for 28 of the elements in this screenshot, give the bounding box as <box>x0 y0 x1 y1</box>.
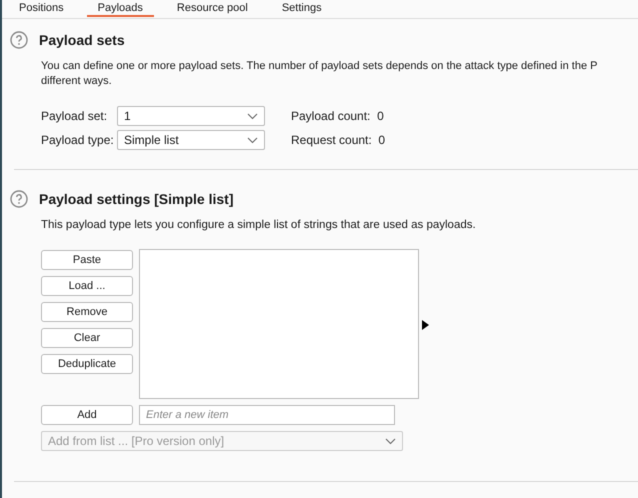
caret-icon <box>247 136 258 144</box>
tab[interactable]: Positions <box>8 0 75 17</box>
field-label: Payload set: <box>41 109 108 123</box>
tab[interactable]: Payloads <box>86 0 154 17</box>
description-line: You can define one or more payload sets. The number of payload sets depends on the attack type defined in the P <box>41 59 598 74</box>
list-action-button[interactable]: Deduplicate <box>41 354 133 374</box>
dropdown[interactable]: Simple list <box>117 130 265 150</box>
add-button[interactable]: Add <box>41 405 133 425</box>
help-icon[interactable] <box>10 31 28 49</box>
list-action-button[interactable]: Paste <box>41 250 133 270</box>
list-action-button[interactable]: Clear <box>41 328 133 348</box>
dropdown[interactable]: 1 <box>117 106 265 126</box>
caret-icon <box>247 112 258 120</box>
section-title: Payload settings [Simple list] <box>39 191 234 207</box>
help-icon[interactable] <box>10 190 28 208</box>
count-label: Request count: 0 <box>291 133 386 147</box>
expand-arrow-icon[interactable] <box>422 320 429 330</box>
list-action-button[interactable]: Load ... <box>41 276 133 296</box>
new-item-field[interactable]: Enter a new item <box>139 405 395 425</box>
tab[interactable]: Resource pool <box>166 0 259 17</box>
list-action-button[interactable]: Remove <box>41 302 133 322</box>
caret-icon <box>385 438 396 444</box>
description-line: different ways. <box>41 74 113 89</box>
section-title: Payload sets <box>39 32 125 48</box>
description: This payload type lets you configure a simple list of strings that are used as payloads. <box>41 218 477 233</box>
field-label: Payload type: <box>41 133 115 147</box>
count-label: Payload count: 0 <box>291 109 385 123</box>
tab[interactable]: Settings <box>270 0 333 17</box>
